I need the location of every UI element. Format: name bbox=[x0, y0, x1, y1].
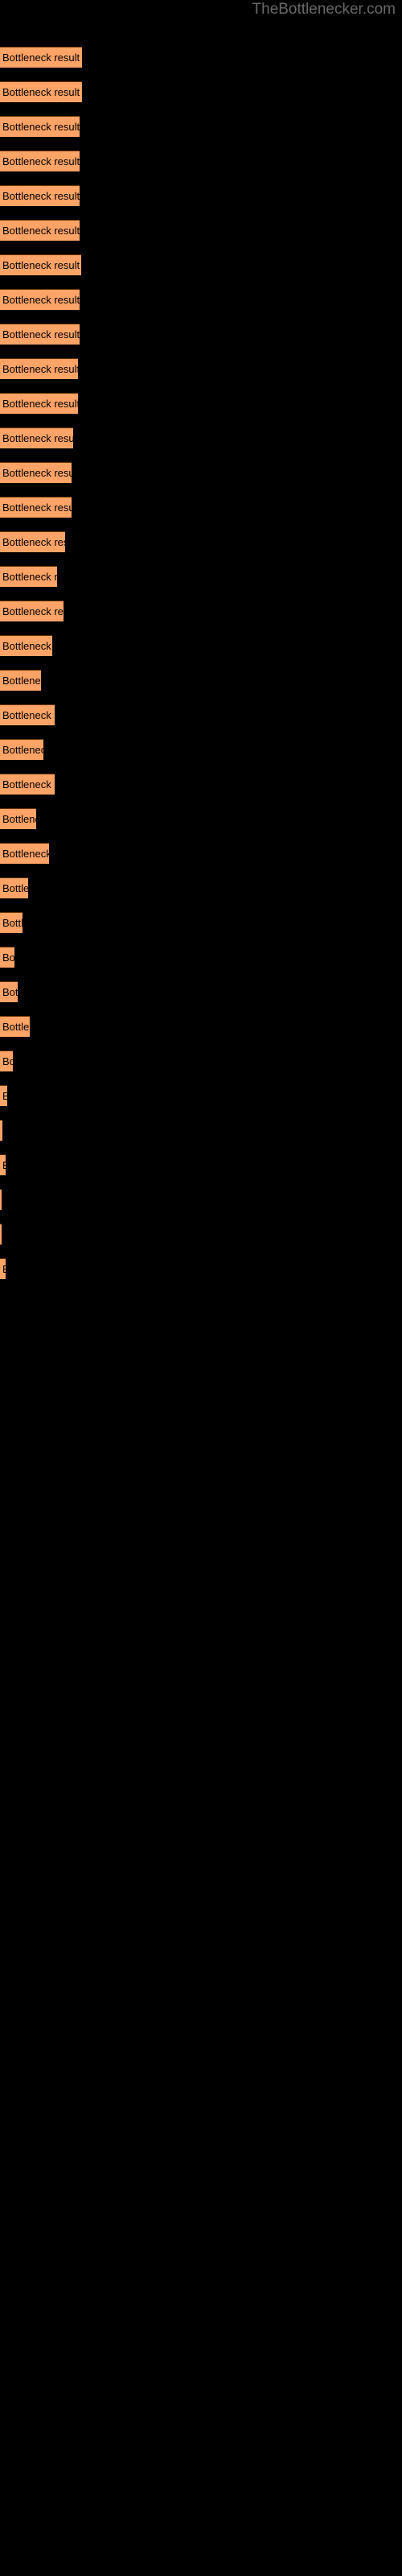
bar-label: Bottleneck result bbox=[2, 1021, 30, 1033]
bar[interactable]: Bottleneck result bbox=[0, 1258, 6, 1279]
bar[interactable]: Bottleneck result bbox=[0, 151, 80, 171]
bar-label: Bottleneck result bbox=[2, 675, 41, 687]
bar[interactable]: Bottleneck result bbox=[0, 912, 23, 933]
bar-label: Bottleneck result bbox=[2, 882, 28, 894]
bar-label: Bottleneck result bbox=[2, 536, 65, 548]
bar-label: Bottleneck result bbox=[2, 1088, 7, 1104]
bar[interactable]: Bottleneck result bbox=[0, 1120, 2, 1141]
bar-label: Bottleneck result bbox=[2, 778, 55, 791]
bar-label: Bottleneck result bbox=[2, 986, 18, 998]
bar-label: Bottleneck result bbox=[2, 640, 52, 652]
bar-label: Bottleneck result bbox=[2, 744, 43, 756]
bar[interactable]: Bottleneck result bbox=[0, 81, 82, 102]
bar[interactable]: Bottleneck result bbox=[0, 185, 80, 206]
bar-label: Bottleneck result bbox=[2, 502, 72, 514]
bar[interactable]: Bottleneck result bbox=[0, 531, 65, 552]
bar-label: Bottleneck result bbox=[2, 848, 49, 860]
bar[interactable]: Bottleneck result bbox=[0, 947, 14, 968]
bar[interactable]: Bottleneck result bbox=[0, 116, 80, 137]
bar-label: Bottleneck result bbox=[2, 155, 80, 167]
bar[interactable]: Bottleneck result bbox=[0, 1224, 2, 1245]
bar-label: Bottleneck result bbox=[2, 190, 80, 202]
bar-label: Bottleneck result bbox=[2, 259, 80, 271]
bar[interactable]: Bottleneck result bbox=[0, 808, 36, 829]
bar[interactable]: Bottleneck result bbox=[0, 601, 64, 621]
bar-label: Bottleneck result bbox=[2, 398, 78, 410]
bar[interactable]: Bottleneck result bbox=[0, 981, 18, 1002]
bar[interactable]: Bottleneck result bbox=[0, 1189, 2, 1210]
bottleneck-bar-chart: TheBottlenecker.com Bottleneck result Bot… bbox=[0, 0, 402, 2576]
bar[interactable]: Bottleneck result bbox=[0, 1085, 7, 1106]
bar-label: Bottleneck result bbox=[2, 1261, 6, 1278]
bar-label: Bottleneck result bbox=[2, 1055, 13, 1067]
bars-container: Bottleneck result Bottleneck result Bottle… bbox=[0, 0, 402, 2576]
bar[interactable]: Bottleneck result bbox=[0, 220, 80, 241]
bar[interactable]: Bottleneck result bbox=[0, 739, 43, 760]
bar[interactable]: Bottleneck result bbox=[0, 324, 80, 345]
bar-label: Bottleneck result bbox=[2, 467, 72, 479]
bar-label: Bottleneck result bbox=[2, 86, 80, 98]
bar-label: Bottleneck result bbox=[2, 225, 80, 237]
bar[interactable]: Bottleneck result bbox=[0, 393, 78, 414]
bar-label: Bottleneck result bbox=[2, 952, 14, 964]
bar[interactable]: Bottleneck result bbox=[0, 497, 72, 518]
bar-label: Bottleneck result bbox=[2, 294, 80, 306]
bar-label: Bottleneck result bbox=[2, 709, 55, 721]
bar-label: Bottleneck result bbox=[2, 605, 64, 617]
bar-label: Bottleneck result bbox=[2, 1158, 6, 1174]
bar[interactable]: Bottleneck result bbox=[0, 566, 57, 587]
bar[interactable]: Bottleneck result bbox=[0, 843, 49, 864]
bar-label: Bottleneck result bbox=[2, 571, 57, 583]
bar[interactable]: Bottleneck result bbox=[0, 704, 55, 725]
bar-label: Bottleneck result bbox=[2, 52, 80, 64]
bar[interactable]: Bottleneck result bbox=[0, 358, 78, 379]
bar-label: Bottleneck result bbox=[2, 363, 78, 375]
bar[interactable]: Bottleneck result bbox=[0, 670, 41, 691]
bar-label: Bottleneck result bbox=[2, 813, 36, 825]
bar[interactable]: Bottleneck result bbox=[0, 462, 72, 483]
bar[interactable]: Bottleneck result bbox=[0, 774, 55, 795]
bar[interactable]: Bottleneck result bbox=[0, 47, 82, 68]
bar[interactable]: Bottleneck result bbox=[0, 254, 81, 275]
bar[interactable]: Bottleneck result bbox=[0, 635, 52, 656]
bar[interactable]: Bottleneck result bbox=[0, 1154, 6, 1175]
bar-label: Bottleneck result bbox=[2, 328, 80, 341]
bar[interactable]: Bottleneck result bbox=[0, 427, 73, 448]
bar-label: Bottleneck result bbox=[2, 917, 23, 929]
bar-label: Bottleneck result bbox=[2, 432, 73, 444]
bar[interactable]: Bottleneck result bbox=[0, 1016, 30, 1037]
bar[interactable]: Bottleneck result bbox=[0, 289, 80, 310]
bar[interactable]: Bottleneck result bbox=[0, 1051, 13, 1071]
bar-label: Bottleneck result bbox=[2, 121, 80, 133]
bar[interactable]: Bottleneck result bbox=[0, 877, 28, 898]
